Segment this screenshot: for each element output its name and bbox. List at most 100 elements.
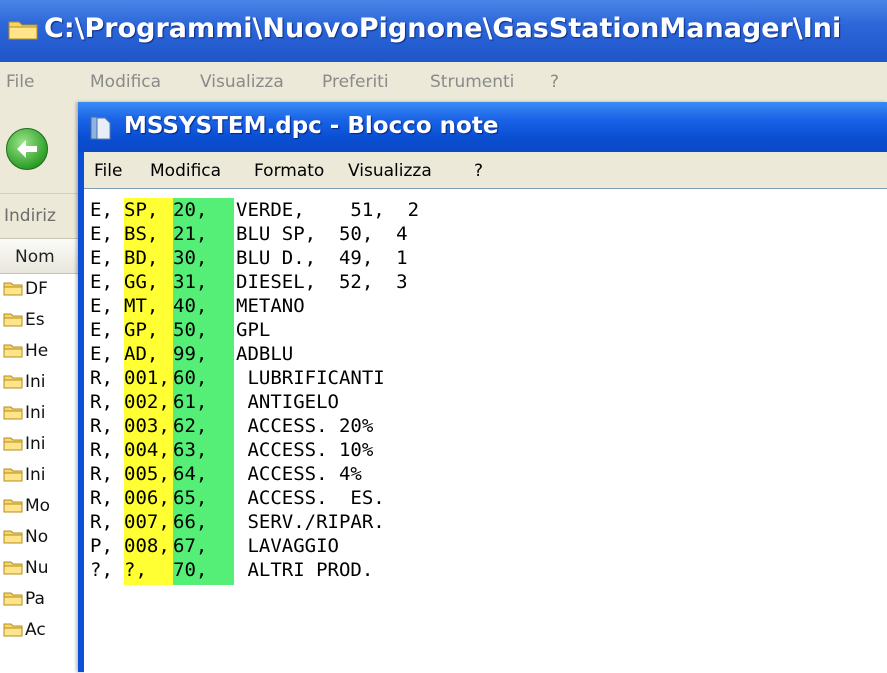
record-type: E,: [90, 247, 113, 269]
address-label: Indiriz: [4, 206, 56, 226]
record-type: R,: [90, 439, 113, 461]
explorer-title-bar[interactable]: C:\Programmi\NuovoPignone\GasStationMana…: [0, 0, 887, 62]
explorer-menu-help[interactable]: ?: [550, 72, 559, 92]
file-list-item-label: Pa: [25, 589, 45, 609]
group-code: 66,: [173, 511, 208, 533]
menu-modifica[interactable]: Modifica: [150, 161, 221, 181]
file-list-item[interactable]: Ini: [0, 399, 90, 429]
group-code: 99,: [173, 343, 208, 365]
file-list-item-label: He: [25, 341, 49, 361]
file-list-item-label: Ac: [25, 620, 46, 640]
explorer-title: C:\Programmi\NuovoPignone\GasStationMana…: [44, 13, 842, 44]
group-code: 20,: [173, 199, 208, 221]
product-code: SP,: [124, 199, 159, 221]
description: ANTIGELO: [236, 391, 339, 413]
folder-icon: [3, 592, 23, 606]
file-list-item-label: Es: [25, 310, 45, 330]
explorer-menu-file[interactable]: File: [6, 72, 34, 92]
record-type: E,: [90, 271, 113, 293]
folder-icon: [3, 406, 23, 420]
explorer-menu-preferiti[interactable]: Preferiti: [322, 72, 389, 92]
file-list-item-label: No: [25, 527, 49, 547]
product-code: BS,: [124, 223, 159, 245]
description: LUBRIFICANTI: [236, 367, 385, 389]
folder-icon: [3, 313, 23, 327]
column-header-name[interactable]: Nom: [0, 239, 90, 274]
record-type: E,: [90, 319, 113, 341]
file-list-item[interactable]: Pa: [0, 585, 90, 615]
product-code: 007,: [124, 511, 170, 533]
file-list-item[interactable]: Ini: [0, 461, 90, 491]
folder-icon: [8, 21, 38, 40]
back-button[interactable]: [6, 128, 48, 170]
description: LAVAGGIO: [236, 535, 339, 557]
file-list-item-label: DF: [25, 279, 48, 299]
file-list-item-label: Ini: [25, 434, 46, 454]
folder-icon: [3, 375, 23, 389]
menu-file[interactable]: File: [94, 161, 122, 181]
explorer-file-list: Nom DF Es He Ini Ini Ini Ini Mo No Nu Pa Ac: [0, 238, 90, 673]
file-list-item[interactable]: No: [0, 523, 90, 553]
folder-icon: [3, 344, 23, 358]
file-list-item-label: Ini: [25, 465, 46, 485]
record-type: R,: [90, 463, 113, 485]
product-code: GG,: [124, 271, 159, 293]
group-code: 61,: [173, 391, 208, 413]
product-code: BD,: [124, 247, 159, 269]
back-arrow-icon: [17, 140, 37, 158]
folder-icon: [3, 468, 23, 482]
menu-visualizza[interactable]: Visualizza: [348, 161, 432, 181]
file-list-item[interactable]: Es: [0, 306, 90, 336]
file-list-item-label: Ini: [25, 372, 46, 392]
group-code: 31,: [173, 271, 208, 293]
description: DIESEL, 52, 3: [236, 271, 408, 293]
notepad-title-bar[interactable]: MSSYSTEM.dpc - Blocco note: [78, 102, 887, 152]
record-type: R,: [90, 367, 113, 389]
menu-help[interactable]: ?: [474, 161, 483, 181]
group-code: 65,: [173, 487, 208, 509]
folder-icon: [3, 623, 23, 637]
record-type: R,: [90, 511, 113, 533]
record-type: R,: [90, 415, 113, 437]
group-code: 63,: [173, 439, 208, 461]
description: METANO: [236, 295, 305, 317]
folder-icon: [3, 437, 23, 451]
product-code: 008,: [124, 535, 170, 557]
product-code: 006,: [124, 487, 170, 509]
product-code: MT,: [124, 295, 159, 317]
file-list-item[interactable]: DF: [0, 275, 90, 305]
notepad-menu-bar: File Modifica Formato Visualizza ?: [84, 152, 887, 188]
explorer-menu-strumenti[interactable]: Strumenti: [430, 72, 514, 92]
product-code: GP,: [124, 319, 159, 341]
description: ACCESS. 10%: [236, 439, 374, 461]
group-code: 50,: [173, 319, 208, 341]
notepad-title: MSSYSTEM.dpc - Blocco note: [124, 113, 499, 139]
group-code: 62,: [173, 415, 208, 437]
menu-formato[interactable]: Formato: [254, 161, 324, 181]
file-list-item-label: Nu: [25, 558, 49, 578]
description: VERDE, 51, 2: [236, 199, 420, 221]
file-list-item[interactable]: Nu: [0, 554, 90, 584]
group-code: 70,: [173, 559, 208, 581]
folder-icon: [3, 530, 23, 544]
file-list-item[interactable]: Ini: [0, 430, 90, 460]
description: ACCESS. 20%: [236, 415, 374, 437]
column-header-label: Nom: [15, 247, 55, 267]
group-code: 21,: [173, 223, 208, 245]
file-list-item[interactable]: He: [0, 337, 90, 367]
record-type: R,: [90, 391, 113, 413]
product-code: AD,: [124, 343, 159, 365]
text-editor-area[interactable]: E, SP, 20, VERDE, 51, 2 E, BS, 21, BLU SP, 50, …: [84, 188, 887, 673]
file-list-item-label: Ini: [25, 403, 46, 423]
description: BLU SP, 50, 4: [236, 223, 408, 245]
explorer-menu-bar: File Modifica Visualizza Preferiti Strum…: [0, 62, 887, 99]
product-code: 003,: [124, 415, 170, 437]
file-list-item[interactable]: Mo: [0, 492, 90, 522]
product-code: 005,: [124, 463, 170, 485]
group-code: 40,: [173, 295, 208, 317]
explorer-menu-modifica[interactable]: Modifica: [90, 72, 161, 92]
group-code: 30,: [173, 247, 208, 269]
file-list-item[interactable]: Ac: [0, 616, 90, 646]
explorer-menu-visualizza[interactable]: Visualizza: [200, 72, 284, 92]
file-list-item[interactable]: Ini: [0, 368, 90, 398]
